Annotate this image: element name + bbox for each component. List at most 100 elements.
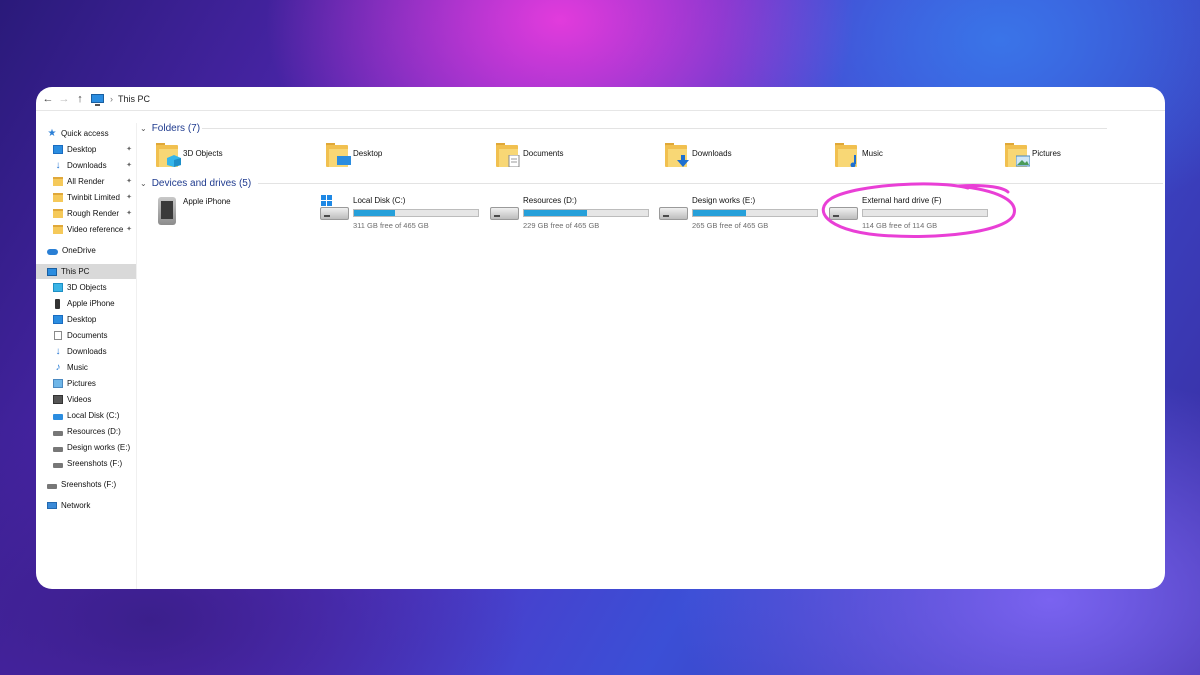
sidebar-item-resources-d[interactable]: Resources (D:) bbox=[36, 424, 136, 439]
3d-objects-icon bbox=[53, 283, 63, 292]
folder-tile-documents[interactable]: Documents bbox=[496, 139, 563, 179]
group-divider bbox=[258, 183, 1163, 184]
back-button[interactable]: ← bbox=[40, 91, 56, 107]
sidebar-item-label: Sreenshots (F:) bbox=[67, 459, 123, 468]
drive-icon bbox=[53, 430, 63, 436]
device-tile-apple-iphone[interactable]: Apple iPhone bbox=[156, 195, 231, 235]
sidebar-item-videos[interactable]: Videos bbox=[36, 392, 136, 407]
sidebar-item-label: Twinbit Limited bbox=[67, 193, 120, 202]
desktop-icon bbox=[53, 315, 63, 324]
drive-free-space: 265 GB free of 465 GB bbox=[692, 221, 769, 230]
sidebar-item-documents[interactable]: Documents bbox=[36, 328, 136, 343]
folder-tile-downloads[interactable]: Downloads bbox=[665, 139, 732, 179]
sidebar-item-onedrive[interactable]: OneDrive bbox=[36, 243, 136, 258]
forward-button[interactable]: → bbox=[56, 91, 72, 107]
pin-icon: ✦ bbox=[126, 194, 132, 201]
sidebar-item-desktop[interactable]: Desktop ✦ bbox=[36, 142, 136, 157]
pin-icon: ✦ bbox=[126, 226, 132, 233]
folder-tile-desktop[interactable]: Desktop bbox=[326, 139, 382, 179]
highlight-ellipse-annotation bbox=[821, 182, 1016, 238]
sidebar-item-label: Downloads bbox=[67, 347, 107, 356]
sidebar-item-label: Videos bbox=[67, 395, 92, 404]
desktop-folder-icon bbox=[326, 143, 351, 167]
pictures-icon bbox=[53, 379, 63, 388]
sidebar-item-design-works-e[interactable]: Design works (E:) bbox=[36, 440, 136, 455]
pin-icon: ✦ bbox=[126, 146, 132, 153]
sidebar-item-label: Music bbox=[67, 363, 88, 372]
3d-objects-folder-icon bbox=[156, 143, 181, 167]
sidebar-item-desktop-pc[interactable]: Desktop bbox=[36, 312, 136, 327]
sidebar-item-label: This PC bbox=[61, 267, 90, 276]
folder-tile-pictures[interactable]: Pictures bbox=[1005, 139, 1061, 179]
drive-name: Resources (D:) bbox=[523, 196, 577, 205]
sidebar-item-downloads[interactable]: ↓ Downloads ✦ bbox=[36, 158, 136, 173]
videos-icon bbox=[53, 395, 63, 404]
up-button[interactable]: ↑ bbox=[72, 91, 88, 107]
chevron-down-icon: ⌄ bbox=[140, 178, 147, 188]
sidebar-item-3d-objects[interactable]: 3D Objects bbox=[36, 280, 136, 295]
chevron-down-icon: ⌄ bbox=[140, 123, 147, 133]
sidebar-item-label: Desktop bbox=[67, 315, 97, 324]
windows-drive-icon bbox=[53, 413, 63, 420]
pin-icon: ✦ bbox=[126, 162, 132, 169]
drive-usage-bar bbox=[692, 209, 818, 217]
navigation-pane: ★ Quick access Desktop ✦ ↓ Downloads ✦ A… bbox=[36, 123, 137, 589]
chevron-right-icon: › bbox=[110, 93, 113, 104]
folder-tile-3d-objects[interactable]: 3D Objects bbox=[156, 139, 223, 179]
folder-icon bbox=[53, 225, 63, 234]
sidebar-item-all-render[interactable]: All Render ✦ bbox=[36, 174, 136, 189]
breadcrumb-this-pc[interactable]: This PC bbox=[118, 94, 150, 104]
sidebar-item-label: Desktop bbox=[67, 145, 97, 154]
sidebar-item-label: All Render bbox=[67, 177, 105, 186]
desktop-icon bbox=[53, 145, 63, 154]
drive-tile-resources-d[interactable]: Resources (D:) 229 GB free of 465 GB bbox=[490, 195, 660, 235]
music-icon: ♪ bbox=[55, 362, 61, 373]
sidebar-item-rough-render[interactable]: Rough Render ✦ bbox=[36, 206, 136, 221]
folder-icon bbox=[53, 193, 63, 202]
sidebar-item-video-reference[interactable]: Video reference ✦ bbox=[36, 222, 136, 237]
sidebar-item-label: Design works (E:) bbox=[67, 443, 131, 452]
drive-tile-design-works-e[interactable]: Design works (E:) 265 GB free of 465 GB bbox=[659, 195, 829, 235]
documents-folder-icon bbox=[496, 143, 520, 167]
drive-icon bbox=[53, 446, 63, 452]
sidebar-item-this-pc[interactable]: This PC bbox=[36, 264, 136, 279]
quick-access-star-icon: ★ bbox=[47, 128, 57, 139]
folders-group-header[interactable]: ⌄ Folders (7) bbox=[140, 121, 1107, 135]
sidebar-item-label: Network bbox=[61, 501, 91, 510]
sidebar-item-network[interactable]: Network bbox=[36, 498, 136, 513]
onedrive-cloud-icon bbox=[47, 248, 58, 255]
sidebar-item-label: Apple iPhone bbox=[67, 299, 115, 308]
sidebar-item-quick-access[interactable]: ★ Quick access bbox=[36, 126, 136, 141]
drive-name: Local Disk (C:) bbox=[353, 196, 406, 205]
devices-group-header[interactable]: ⌄ Devices and drives (5) bbox=[140, 176, 1163, 190]
drive-icon bbox=[659, 207, 688, 220]
sidebar-item-apple-iphone[interactable]: Apple iPhone bbox=[36, 296, 136, 311]
drive-tile-local-disk-c[interactable]: Local Disk (C:) 311 GB free of 465 GB bbox=[320, 195, 490, 235]
sidebar-item-twinbit-limited[interactable]: Twinbit Limited ✦ bbox=[36, 190, 136, 205]
drive-free-space: 229 GB free of 465 GB bbox=[523, 221, 600, 230]
windows-drive-icon bbox=[320, 207, 349, 220]
sidebar-item-label: Local Disk (C:) bbox=[67, 411, 120, 420]
sidebar-item-local-disk-c[interactable]: Local Disk (C:) bbox=[36, 408, 136, 423]
sidebar-item-label: OneDrive bbox=[62, 246, 96, 255]
phone-icon bbox=[158, 197, 176, 225]
sidebar-item-downloads-pc[interactable]: ↓ Downloads bbox=[36, 344, 136, 359]
sidebar-item-pictures[interactable]: Pictures bbox=[36, 376, 136, 391]
this-pc-icon bbox=[47, 267, 57, 276]
drive-usage-bar bbox=[353, 209, 479, 217]
sidebar-item-screenshots-f-root[interactable]: Sreenshots (F:) bbox=[36, 477, 136, 492]
drive-icon bbox=[490, 207, 519, 220]
folder-icon bbox=[53, 177, 63, 186]
phone-icon bbox=[55, 298, 60, 309]
folder-tile-music[interactable]: Music bbox=[835, 139, 883, 179]
sidebar-item-screenshots-f[interactable]: Sreenshots (F:) bbox=[36, 456, 136, 471]
downloads-icon: ↓ bbox=[55, 160, 61, 171]
drive-free-space: 311 GB free of 465 GB bbox=[353, 221, 429, 230]
sidebar-item-music[interactable]: ♪ Music bbox=[36, 360, 136, 375]
sidebar-item-label: Resources (D:) bbox=[67, 427, 121, 436]
pictures-folder-icon bbox=[1005, 143, 1030, 167]
file-explorer-window: ← → ↑ › This PC ★ Quick access Desktop ✦… bbox=[36, 87, 1165, 589]
music-folder-icon bbox=[835, 143, 857, 167]
pin-icon: ✦ bbox=[126, 178, 132, 185]
documents-icon bbox=[54, 331, 62, 340]
